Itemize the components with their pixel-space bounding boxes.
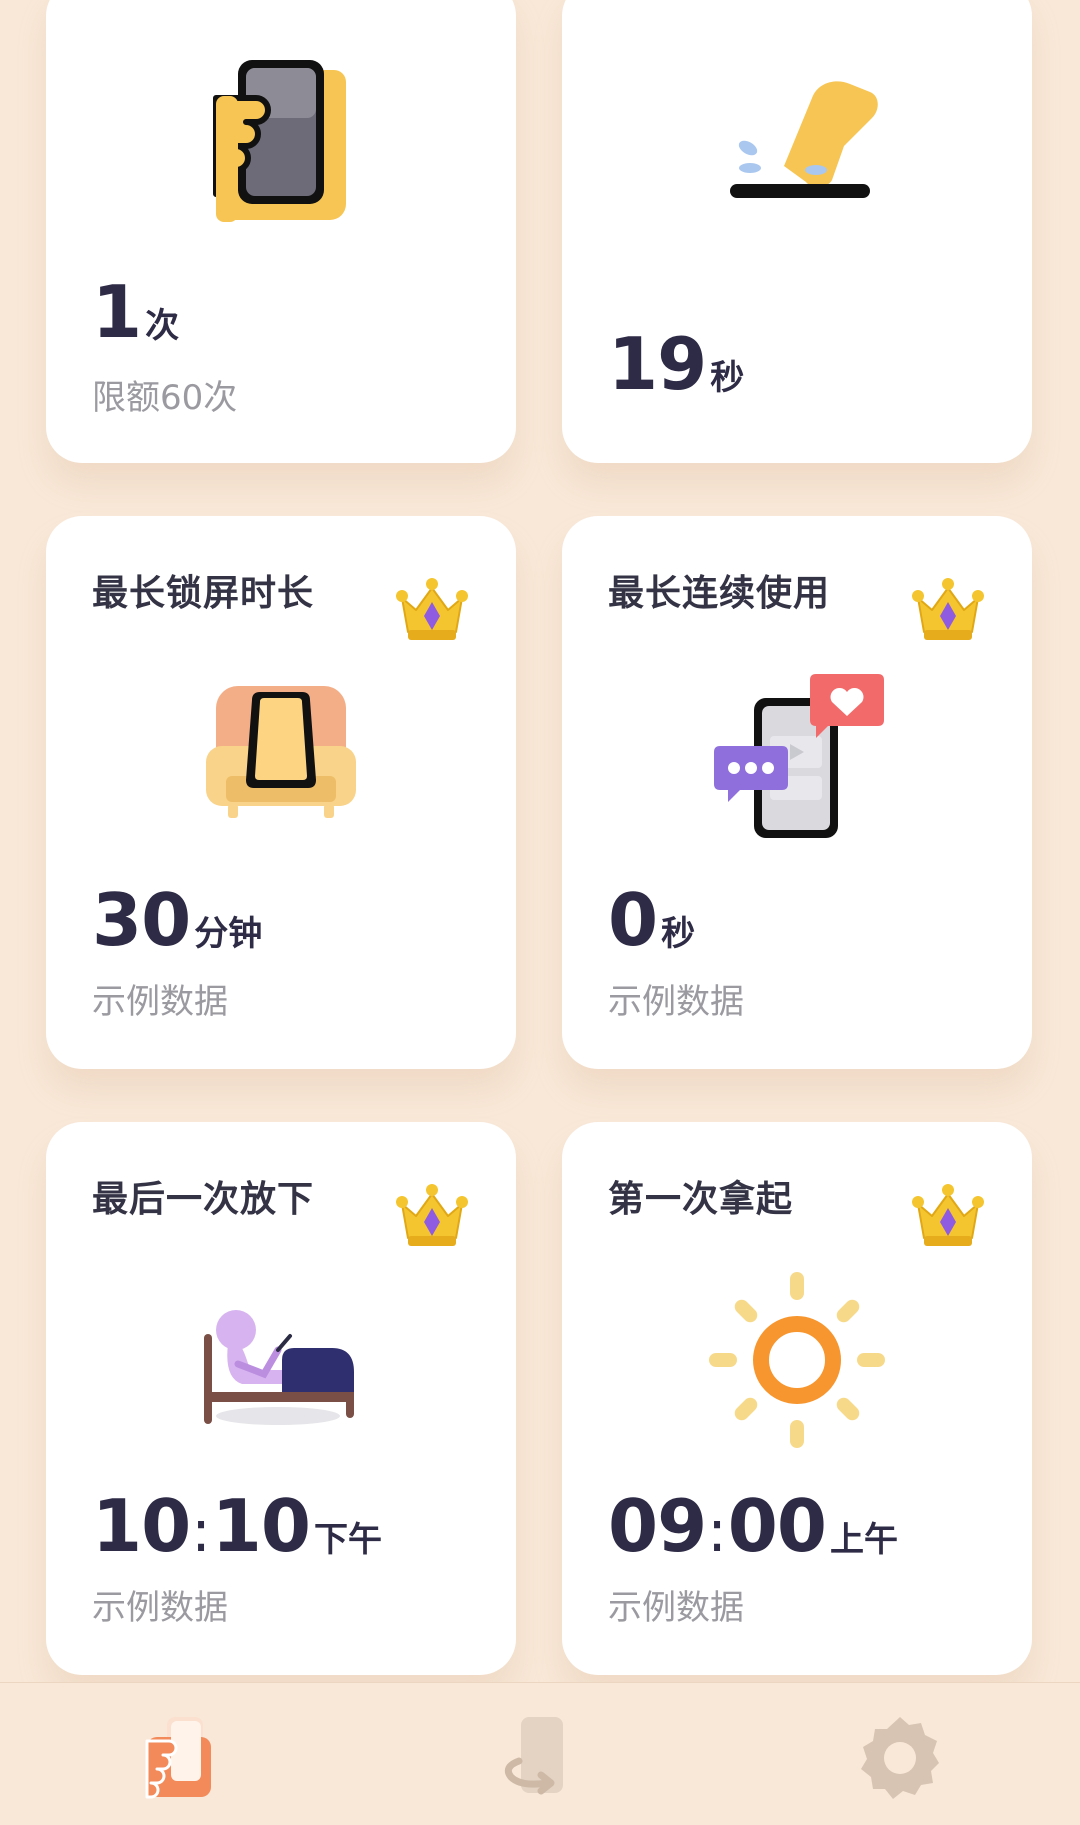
longest-lock-value: 30 分钟 (92, 878, 262, 962)
sample-data-label: 示例数据 (608, 982, 744, 1022)
sample-data-label: 示例数据 (92, 1588, 228, 1628)
sun-icon (709, 1272, 885, 1448)
person-in-bed-icon (204, 1310, 354, 1425)
value-number: 1 (92, 270, 142, 354)
time-period: 上午 (829, 1520, 898, 1560)
phone-on-sofa-icon (206, 686, 356, 818)
value-number: 0 (608, 878, 658, 962)
longest-lock-card[interactable]: 最长锁屏时长 30 分钟 示例数据 (46, 516, 516, 1069)
hand-holding-phone-icon (213, 60, 346, 222)
time-hour: 10 (92, 1484, 191, 1568)
phone-chat-icon (714, 674, 884, 838)
tap-duration-card[interactable]: 19 秒 (562, 0, 1032, 463)
longest-continuous-value: 0秒 (608, 878, 695, 962)
bottom-tab-bar (0, 1682, 1080, 1825)
crown-icon[interactable] (396, 574, 468, 644)
last-putdown-time: 10:10 下午 (92, 1484, 382, 1568)
time-minute: 00 (727, 1484, 827, 1568)
value-unit: 秒 (710, 358, 745, 398)
screen: 1次 限额60次 19 秒 最长锁屏时长 30 分钟 示例数据 最长连续使用 0… (0, 0, 1080, 1825)
sample-data-label: 示例数据 (92, 982, 228, 1022)
last-putdown-card[interactable]: 最后一次放下 10:10 下午 示例数据 (46, 1122, 516, 1675)
finger-tap-icon (730, 81, 878, 198)
pickup-count-card[interactable]: 1次 限额60次 (46, 0, 516, 463)
phone-rotate-tab-icon[interactable] (495, 1713, 585, 1803)
crown-icon[interactable] (912, 1180, 984, 1250)
first-pickup-time: 09:00 上午 (608, 1484, 898, 1568)
gear-icon[interactable] (855, 1713, 945, 1803)
sample-data-label: 示例数据 (608, 1588, 744, 1628)
crown-icon[interactable] (912, 574, 984, 644)
time-minute: 10 (211, 1484, 311, 1568)
card-title: 第一次拿起 (608, 1179, 794, 1220)
time-period: 下午 (313, 1520, 382, 1560)
value-number: 19 (608, 322, 707, 406)
card-title: 最长连续使用 (608, 573, 831, 614)
card-title: 最长锁屏时长 (92, 573, 315, 614)
tap-duration-value: 19 秒 (608, 322, 744, 406)
crown-icon[interactable] (396, 1180, 468, 1250)
time-separator: : (191, 1497, 211, 1565)
first-pickup-card[interactable]: 第一次拿起 09:00 上午 示例数据 (562, 1122, 1032, 1675)
value-unit: 次 (145, 306, 180, 346)
longest-continuous-card[interactable]: 最长连续使用 0秒 示例数据 (562, 516, 1032, 1069)
pickup-limit-text: 限额60次 (92, 378, 238, 418)
time-hour: 09 (608, 1484, 707, 1568)
value-number: 30 (92, 878, 191, 962)
time-separator: : (707, 1497, 727, 1565)
pickup-count-value: 1次 (92, 270, 179, 354)
value-unit: 秒 (661, 914, 696, 954)
card-title: 最后一次放下 (92, 1179, 315, 1220)
phone-hand-tab-icon[interactable] (137, 1713, 227, 1803)
value-unit: 分钟 (194, 914, 263, 954)
